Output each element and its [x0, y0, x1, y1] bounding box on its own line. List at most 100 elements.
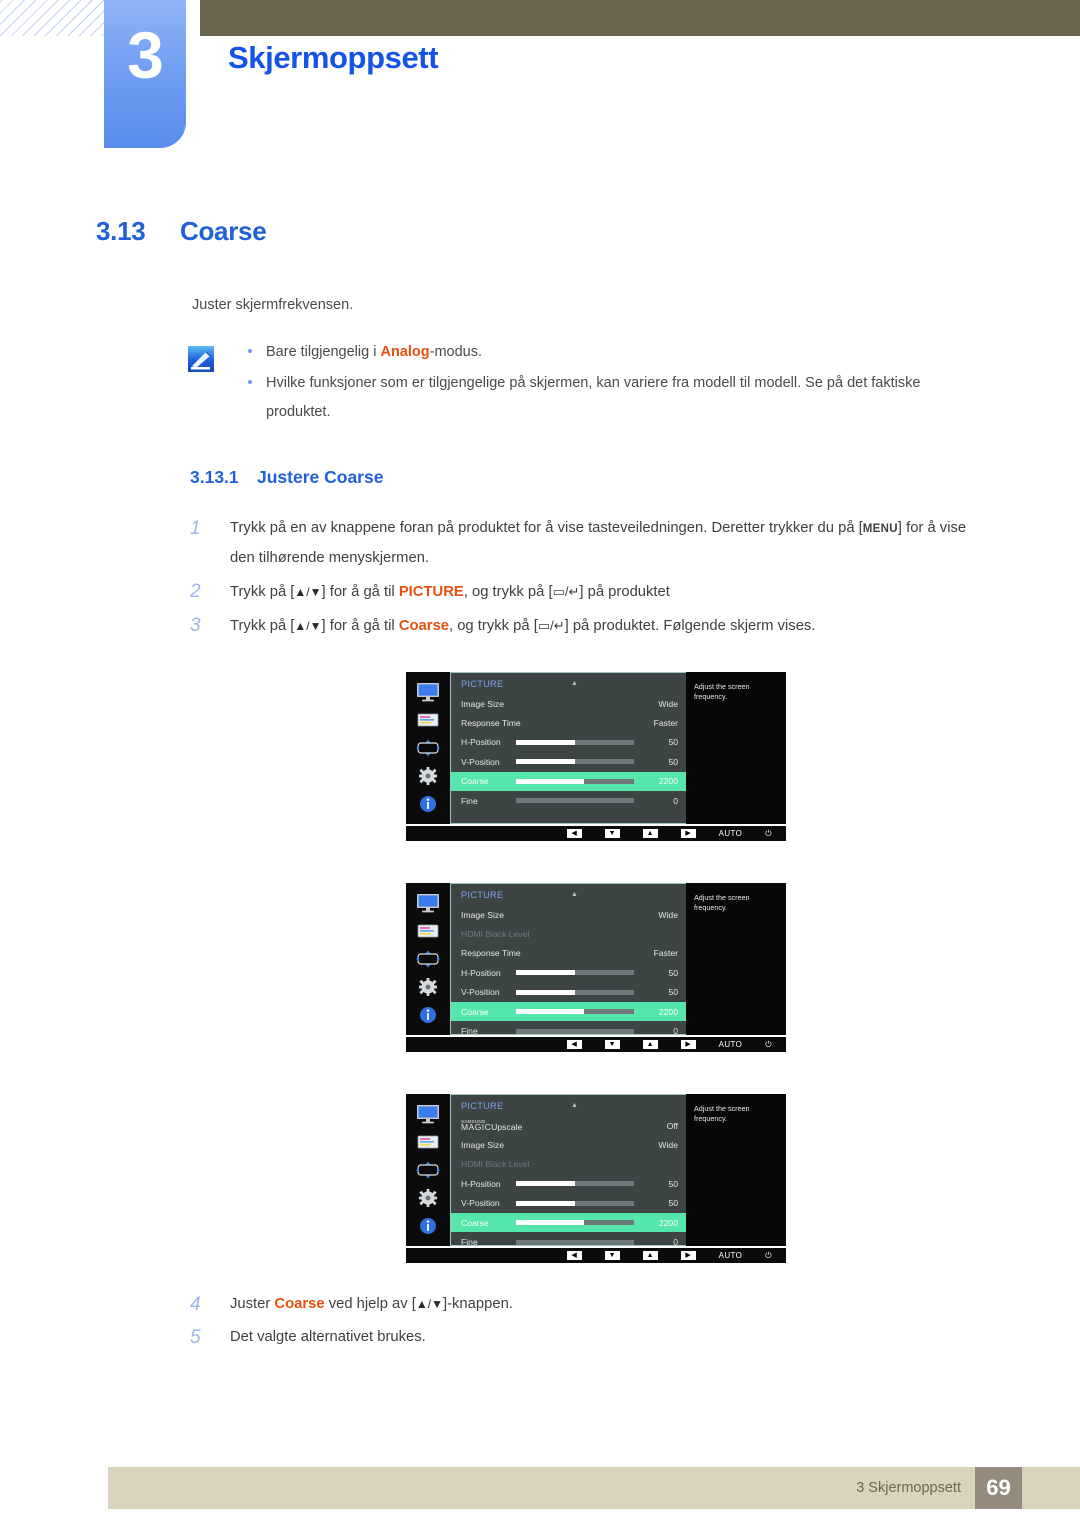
osd-auto-button[interactable]: AUTO — [719, 829, 743, 838]
scroll-up-arrow-icon[interactable]: ▲ — [571, 891, 578, 898]
osd-slider[interactable] — [516, 759, 634, 765]
osd-row-value: 0 — [673, 795, 678, 806]
osd-menu-row[interactable]: HDMI Black Level — [451, 924, 686, 943]
osd-slider[interactable] — [516, 1028, 634, 1034]
osd-row-label: H-Position — [461, 737, 501, 748]
information-icon[interactable] — [415, 1216, 441, 1236]
osd-menu-row[interactable]: Fine 0 — [451, 791, 686, 810]
arrow-keys-icon: ▲/▼ — [294, 619, 322, 633]
step-text: ] på produktet — [579, 584, 670, 600]
osd-slider[interactable] — [516, 970, 634, 976]
osd-power-icon[interactable]: ⏻ — [765, 829, 772, 839]
osd-menu-row[interactable]: Coarse 2200 — [451, 771, 686, 791]
osd-row-value: 50 — [668, 737, 678, 748]
osd-menu-row[interactable]: V-Position 50 — [451, 983, 686, 1002]
osd-description-panel: Adjust the screen frequency. — [686, 1094, 786, 1246]
osd-power-icon[interactable]: ⏻ — [765, 1040, 772, 1050]
osd-key-down-icon[interactable]: ▼ — [604, 1040, 620, 1049]
gear-icon[interactable] — [415, 1188, 441, 1208]
osd-slider[interactable] — [516, 1009, 634, 1015]
osd-slider[interactable] — [516, 1181, 634, 1187]
osd-row-value: 50 — [668, 987, 678, 998]
osd-key-up-icon[interactable]: ▲ — [642, 1251, 658, 1260]
osd-figure-2: PICTURE ▲ Image Size Wide HDMI Black Level Re… — [406, 883, 786, 1052]
osd-key-right-icon[interactable]: ▶ — [680, 1040, 696, 1049]
osd-menu-row[interactable]: Response Time Faster — [451, 944, 686, 963]
osd-key-down-icon[interactable]: ▼ — [604, 1251, 620, 1260]
osd-slider[interactable] — [516, 1220, 634, 1226]
osd-key-up-icon[interactable]: ▲ — [642, 1040, 658, 1049]
osd-menu-row[interactable]: SAMSUNG MAGIC Upscale Off — [451, 1116, 686, 1135]
osd-menu-row[interactable]: Coarse 2200 — [451, 1001, 686, 1022]
osd-row-label: Image Size — [461, 698, 504, 709]
section-heading: 3.13 Coarse — [96, 216, 267, 247]
osd-row-label: H-Position — [461, 967, 501, 978]
osd-menu-panel: PICTURE ▲ SAMSUNG MAGIC Upscale Off Image Size… — [450, 1094, 686, 1247]
osd-menu-row[interactable]: Coarse 2200 — [451, 1212, 686, 1233]
osd-key-left-icon[interactable]: ◀ — [566, 1040, 582, 1049]
osd-row-slider-area — [478, 798, 642, 804]
osd-slider-fill — [516, 1200, 575, 1206]
osd-menu-row[interactable]: H-Position 50 — [451, 963, 686, 982]
osd-row-slider-area — [500, 989, 642, 995]
osd-menu-row[interactable]: H-Position 50 — [451, 1174, 686, 1193]
osd-row-label: SAMSUNG MAGIC Upscale — [461, 1119, 523, 1133]
osd-menu-row[interactable]: HDMI Black Level — [451, 1155, 686, 1174]
picture-icon[interactable] — [415, 1104, 441, 1124]
scroll-up-arrow-icon[interactable]: ▲ — [571, 680, 578, 687]
osd-figure-3: PICTURE ▲ SAMSUNG MAGIC Upscale Off Image Size… — [406, 1094, 786, 1263]
information-icon[interactable] — [415, 1005, 441, 1025]
osd-key-down-icon[interactable]: ▼ — [604, 829, 620, 838]
osd-description-panel: Adjust the screen frequency. — [686, 672, 786, 824]
osd-menu-row[interactable]: Fine 0 — [451, 1232, 686, 1251]
picture-icon[interactable] — [415, 893, 441, 913]
steps-list-bottom: 4 Juster Coarse ved hjelp av [▲/▼]-knappe… — [190, 1290, 980, 1356]
menu-key-label: MENU — [862, 523, 898, 535]
osd-menu-row[interactable]: Fine 0 — [451, 1021, 686, 1040]
chapter-tab: 3 — [104, 0, 186, 148]
step-item: 1 Trykk på en av knappene foran på produk… — [190, 514, 980, 573]
osd-key-left-icon[interactable]: ◀ — [566, 829, 582, 838]
system-arrows-icon[interactable] — [415, 949, 441, 969]
picture-icon[interactable] — [415, 682, 441, 702]
osd-slider[interactable] — [516, 989, 634, 995]
gear-icon[interactable] — [415, 766, 441, 786]
osd-row-value: 50 — [668, 756, 678, 767]
osd-menu-row[interactable]: Image Size Wide — [451, 1135, 686, 1154]
osd-menu-row[interactable]: V-Position 50 — [451, 1194, 686, 1213]
osd-menu-row[interactable]: Image Size Wide — [451, 694, 686, 713]
gear-icon[interactable] — [415, 977, 441, 997]
osd-auto-button[interactable]: AUTO — [719, 1251, 743, 1260]
osd-row-slider-area — [489, 1220, 642, 1226]
system-arrows-icon[interactable] — [415, 738, 441, 758]
information-icon[interactable] — [415, 794, 441, 814]
osd-slider[interactable] — [516, 1239, 634, 1245]
osd-row-label: HDMI Black Level — [461, 929, 530, 940]
system-arrows-icon[interactable] — [415, 1160, 441, 1180]
osd-key-up-icon[interactable]: ▲ — [642, 829, 658, 838]
subsection-heading: 3.13.1 Justere Coarse — [190, 467, 383, 488]
step-text: , og trykk på [ — [448, 618, 538, 634]
osd-key-right-icon[interactable]: ▶ — [680, 1251, 696, 1260]
onscreen-display-icon[interactable] — [415, 921, 441, 941]
osd-slider[interactable] — [516, 1200, 634, 1206]
osd-auto-button[interactable]: AUTO — [719, 1040, 743, 1049]
bullet-dot — [248, 349, 252, 353]
osd-power-icon[interactable]: ⏻ — [765, 1251, 772, 1261]
onscreen-display-icon[interactable] — [415, 1132, 441, 1152]
osd-menu-row[interactable]: Image Size Wide — [451, 905, 686, 924]
steps-list-top: 1 Trykk på en av knappene foran på produk… — [190, 514, 980, 645]
osd-menu-row[interactable]: Response Time Faster — [451, 713, 686, 732]
osd-slider-fill — [516, 989, 575, 995]
osd-row-slider-area — [489, 1009, 642, 1015]
osd-key-left-icon[interactable]: ◀ — [566, 1251, 582, 1260]
scroll-up-arrow-icon[interactable]: ▲ — [571, 1102, 578, 1109]
osd-slider[interactable] — [516, 798, 634, 804]
osd-menu-row[interactable]: V-Position 50 — [451, 752, 686, 771]
osd-menu-row[interactable]: H-Position 50 — [451, 733, 686, 752]
osd-key-right-icon[interactable]: ▶ — [680, 829, 696, 838]
osd-slider[interactable] — [516, 739, 634, 745]
osd-slider-fill — [516, 759, 575, 765]
osd-slider[interactable] — [516, 778, 634, 784]
onscreen-display-icon[interactable] — [415, 710, 441, 730]
